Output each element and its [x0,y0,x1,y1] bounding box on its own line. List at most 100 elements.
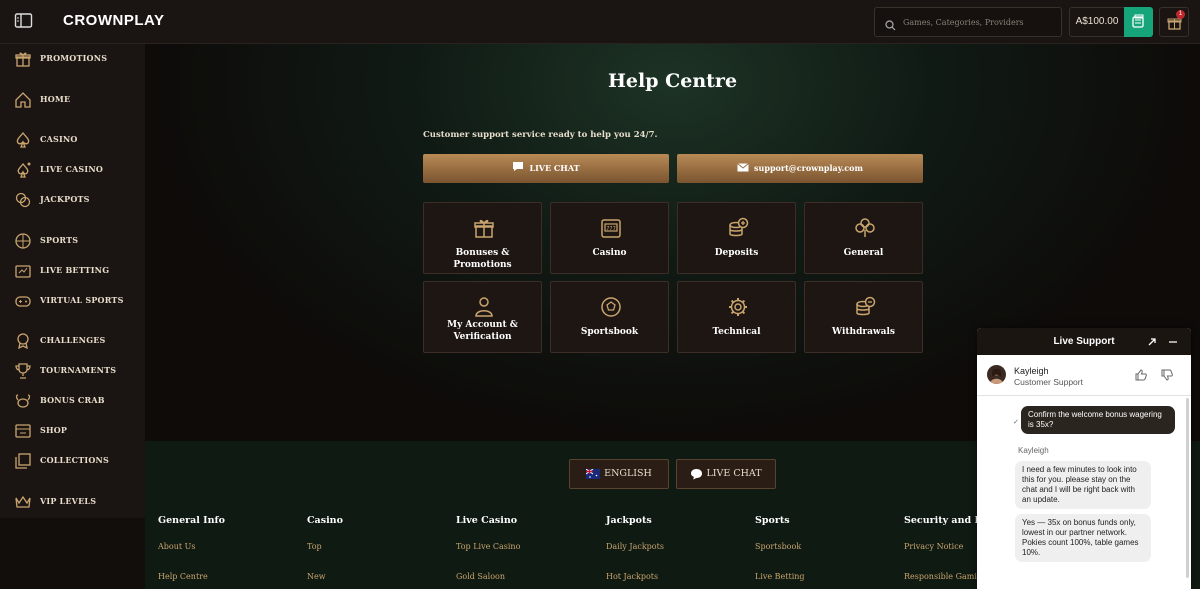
chat-scrollbar[interactable] [1186,398,1189,578]
help-category-casino[interactable]: 777 Casino [550,202,669,274]
read-receipt-icon: ✓ [1013,419,1019,426]
agent-message: I need a few minutes to look into this f… [1015,461,1151,509]
sidebar-item-tournaments[interactable]: TOURNAMENTS [0,358,145,384]
footer-link[interactable]: Sportsbook [755,542,801,551]
logo[interactable]: CROWNPLAY [63,12,164,29]
clover-icon [855,218,875,237]
sidebar-item-label: HOME [40,94,71,104]
agent-role: Customer Support [1014,377,1083,387]
agent-message: Yes — 35x on bonus funds only, lowest in… [1015,514,1151,562]
sidebar-item-live-betting[interactable]: LIVE BETTING [0,258,145,284]
footer-link[interactable]: Live Betting [755,572,805,581]
help-category-deposits[interactable]: Deposits [677,202,796,274]
email-support-button[interactable]: support@crownplay.com [677,154,923,183]
footer-link[interactable]: Help Centre [158,572,208,581]
sidebar-item-label: PROMOTIONS [40,53,108,63]
sidebar-item-label: JACKPOTS [40,194,90,204]
spade-icon [16,131,30,148]
footer-live-chat-button[interactable]: LIVE CHAT [676,459,776,489]
footer-column-heading: General Info [158,515,225,526]
card-label: General [843,248,884,258]
help-category-bonuses[interactable]: Bonuses & Promotions [423,202,542,274]
football-icon [601,297,621,317]
sidebar-item-live-casino[interactable]: LIVE CASINO [0,157,145,183]
sidebar-item-home[interactable]: HOME [0,87,145,113]
agent-name: Kayleigh [1014,366,1049,376]
gift-icon [474,219,494,238]
controller-icon [15,296,31,307]
crab-icon [15,394,31,408]
search-input[interactable] [903,8,1058,36]
help-category-technical[interactable]: Technical [677,281,796,353]
user-message: Confirm the welcome bonus wagering is 35… [1021,406,1175,434]
sidebar-item-vip-levels[interactable]: VIP LEVELS [0,489,145,515]
footer-column-heading: Jackpots [606,515,652,526]
search-icon [885,16,896,35]
balance-display[interactable]: A$100.00 [1069,7,1125,37]
footer-link[interactable]: Privacy Notice [904,542,963,551]
ball-icon [15,233,31,249]
coins-icon [15,192,31,208]
language-selector[interactable]: ENGLISH [569,459,669,489]
crown-icon [15,495,31,508]
sidebar-item-label: TOURNAMENTS [40,365,117,375]
sidebar-item-promotions[interactable]: PROMOTIONS [0,46,145,72]
footer-column-heading: Sports [755,515,790,526]
svg-text:777: 777 [606,226,616,232]
notification-badge: 1 [1176,10,1185,19]
help-category-account[interactable]: My Account & Verification [423,281,542,353]
footer-link[interactable]: Top [307,542,322,551]
card-label: Deposits [714,248,759,258]
slot-machine-icon: 777 [601,219,621,238]
sidebar-item-jackpots[interactable]: JACKPOTS [0,187,145,213]
help-category-general[interactable]: General [804,202,923,274]
sidebar-item-bonus-crab[interactable]: BONUS CRAB [0,388,145,414]
sidebar-item-sports[interactable]: SPORTS [0,228,145,254]
home-icon [15,92,31,108]
collections-icon [15,453,31,469]
live-support-widget: Live Support Kayleigh Customer Support ✓… [977,328,1191,589]
footer-link[interactable]: Responsible Gaming [904,572,987,581]
sidebar-item-casino[interactable]: CASINO [0,127,145,153]
sidebar-item-challenges[interactable]: CHALLENGES [0,328,145,354]
footer-link[interactable]: Top Live Casino [456,542,520,551]
sidebar-item-shop[interactable]: SHOP [0,418,145,444]
search-box[interactable] [874,7,1062,37]
footer-link[interactable]: About Us [158,542,195,551]
help-category-sportsbook[interactable]: Sportsbook [550,281,669,353]
sidebar-item-label: VIP LEVELS [40,496,97,506]
trophy-icon [15,363,31,379]
page-title: Help Centre [607,70,738,92]
chat-bubble-icon [691,468,703,479]
email-label: support@crownplay.com [754,163,863,173]
chat-header: Live Support [977,328,1191,355]
footer-link[interactable]: New [307,572,326,581]
sidebar-item-label: CASINO [40,134,78,144]
sidebar-toggle-icon[interactable] [14,12,34,30]
language-label: ENGLISH [604,468,652,479]
gift-icon [15,52,31,67]
chat-title: Live Support [1053,336,1115,347]
avatar [987,365,1006,384]
card-label: Casino [592,248,627,258]
footer-live-chat-label: LIVE CHAT [706,468,762,479]
sidebar-item-label: SPORTS [40,235,79,245]
sidebar-item-collections[interactable]: COLLECTIONS [0,448,145,474]
shop-icon [15,424,31,438]
coin-stack-minus-icon [856,296,876,316]
footer-link[interactable]: Hot Jackpots [606,572,658,581]
card-label: Bonuses & Promotions [453,248,512,270]
footer-link[interactable]: Daily Jackpots [606,542,664,551]
sidebar: PROMOTIONS HOME CASINO LIVE CASINO JACKP… [0,44,145,518]
medal-icon [17,333,29,350]
live-chat-button[interactable]: LIVE CHAT [423,154,669,183]
help-category-withdrawals[interactable]: Withdrawals [804,281,923,353]
sidebar-item-virtual-sports[interactable]: VIRTUAL SPORTS [0,288,145,314]
cog-icon [729,298,747,316]
card-label: My Account & Verification [447,320,518,342]
thumbs-down-icon[interactable] [1161,368,1173,386]
footer-link[interactable]: Gold Saloon [456,572,505,581]
thumbs-up-icon[interactable] [1135,368,1147,386]
wallet-button[interactable] [1124,7,1153,37]
rewards-button[interactable]: 1 [1159,7,1189,37]
